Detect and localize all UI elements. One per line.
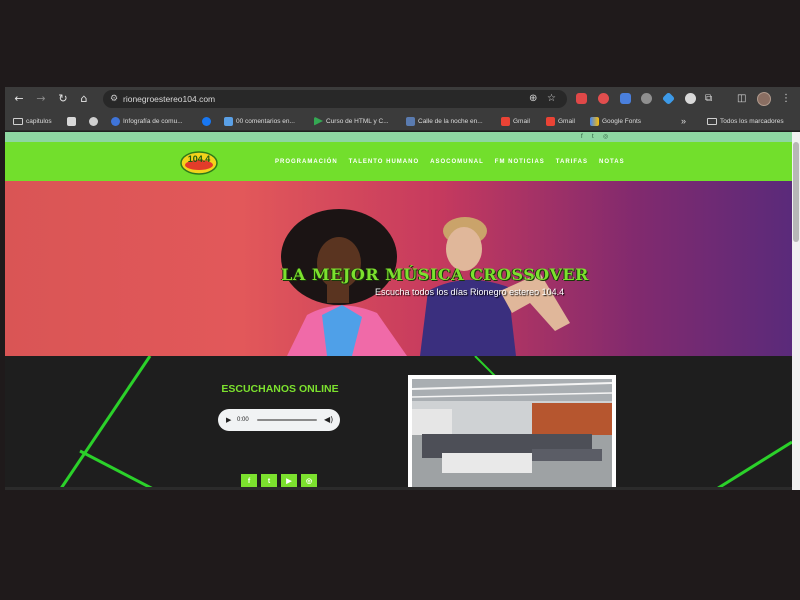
page-scrollbar[interactable] (792, 132, 800, 490)
white-circle-ext-icon[interactable] (685, 93, 696, 104)
comments-favicon (224, 116, 233, 126)
taskbar-edge (5, 487, 792, 490)
browser-window: ← → ↻ ⌂ ⚙ rionegroestereo104.com ⊕ ☆ ⧉ ◫… (5, 87, 800, 490)
translate-ext-icon[interactable] (620, 93, 631, 104)
crowd-hall-image (412, 379, 612, 490)
main-menu: PROGRAMACIÓN TALENTO HUMANO ASOCOMUNAL F… (275, 142, 625, 181)
globe-favicon (89, 116, 98, 126)
image-favicon (406, 116, 415, 126)
menu-dots-icon[interactable]: ⋮ (781, 91, 791, 107)
url-text[interactable]: rionegroestereo104.com (123, 90, 215, 108)
bookmark-globe[interactable] (89, 111, 98, 131)
profile-avatar[interactable] (757, 92, 771, 106)
bookmarks-bar: capitulos Infografía de comu... 00 comen… (5, 111, 800, 131)
listen-online-title: ESCUCHANOS ONLINE (221, 383, 339, 395)
all-bookmarks-folder[interactable]: Todos los marcadores (707, 111, 784, 131)
man-dancer-image (420, 217, 570, 356)
audio-player[interactable]: ▶ 0:00 ◀) (218, 409, 340, 431)
progress-track[interactable] (257, 419, 317, 421)
gmail-favicon (501, 116, 510, 126)
bookmark-google-fonts[interactable]: Google Fonts (590, 111, 641, 131)
back-arrow-icon[interactable]: ← (11, 91, 27, 107)
menu-programacion[interactable]: PROGRAMACIÓN (275, 159, 338, 165)
player-time: 0:00 (237, 417, 249, 423)
top-social-strip: f t ◎ (5, 132, 792, 142)
facebook-top-icon[interactable]: f (581, 132, 583, 142)
folder-icon (13, 117, 23, 125)
google-fonts-favicon (590, 116, 599, 126)
menu-tarifas[interactable]: TARIFAS (556, 159, 588, 165)
forward-arrow-icon[interactable]: → (33, 91, 49, 107)
menu-talento-humano[interactable]: TALENTO HUMANO (349, 159, 419, 165)
gmail-favicon (546, 116, 555, 126)
listen-section: ESCUCHANOS ONLINE ▶ 0:00 ◀) f t ▶ ◎ (5, 356, 792, 490)
site-header: 104.4 PROGRAMACIÓN TALENTO HUMANO ASOCOM… (5, 142, 792, 181)
side-panel-icon[interactable]: ◫ (737, 91, 746, 107)
facebook-favicon (202, 116, 211, 126)
bookmark-star-icon[interactable]: ☆ (547, 91, 556, 107)
search-favicon (67, 116, 76, 126)
event-photo (408, 375, 616, 490)
folder-icon (707, 117, 717, 125)
bookmark-curso-html[interactable]: Curso de HTML y C... (314, 111, 389, 131)
twitter-top-icon[interactable]: t (592, 132, 594, 142)
browser-toolbar: ← → ↻ ⌂ ⚙ rionegroestereo104.com ⊕ ☆ ⧉ ◫… (5, 87, 800, 111)
red-ext-icon[interactable] (576, 93, 587, 104)
bookmark-capitulos[interactable]: capitulos (13, 111, 52, 131)
site-info-icon[interactable]: ⚙ (110, 92, 118, 106)
infografia-favicon (111, 116, 120, 126)
play-icon[interactable]: ▶ (226, 409, 231, 431)
webpage: f t ◎ 104.4 PROGRAMACIÓN TALENTO HUMANO … (5, 132, 792, 490)
gray-ext-icon[interactable] (641, 93, 652, 104)
blue-diamond-ext-icon[interactable] (661, 91, 676, 106)
play-favicon (314, 116, 323, 126)
bookmark-infografia[interactable]: Infografía de comu... (111, 111, 183, 131)
bookmark-search[interactable] (67, 111, 76, 131)
puzzle-icon[interactable]: ⧉ (705, 91, 712, 107)
bookmark-gmail-1[interactable]: Gmail (501, 111, 530, 131)
bookmark-facebook[interactable] (202, 111, 211, 131)
reload-icon[interactable]: ↻ (55, 91, 71, 107)
menu-notas[interactable]: NOTAS (599, 159, 625, 165)
bookmark-calle-noche[interactable]: Calle de la noche en... (406, 111, 483, 131)
menu-asocomunal[interactable]: ASOCOMUNAL (430, 159, 484, 165)
home-icon[interactable]: ⌂ (76, 91, 92, 107)
logo-text: 104.4 (188, 154, 211, 164)
radio-logo[interactable]: 104.4 (180, 147, 218, 176)
red-badge-ext-icon[interactable] (598, 93, 609, 104)
green-neon-lines (58, 356, 792, 490)
hero-banner: LA MEJOR MÚSICA CROSSOVER Escucha todos … (5, 181, 792, 356)
instagram-top-icon[interactable]: ◎ (603, 132, 608, 142)
volume-icon[interactable]: ◀) (324, 409, 333, 431)
hero-subtitle: Escucha todos los días Rionegro estereo … (375, 287, 565, 297)
bookmark-comentarios[interactable]: 00 comentarios en... (224, 111, 295, 131)
more-bookmarks-chevron[interactable]: » (681, 111, 686, 131)
hero-title: LA MEJOR MÚSICA CROSSOVER (281, 265, 589, 284)
bookmark-gmail-2[interactable]: Gmail (546, 111, 575, 131)
address-bar[interactable]: ⚙ rionegroestereo104.com ⊕ ☆ (103, 90, 567, 108)
menu-fm-noticias[interactable]: FM NOTICIAS (495, 159, 545, 165)
zoom-icon[interactable]: ⊕ (529, 91, 537, 107)
scrollbar-thumb[interactable] (793, 142, 799, 242)
